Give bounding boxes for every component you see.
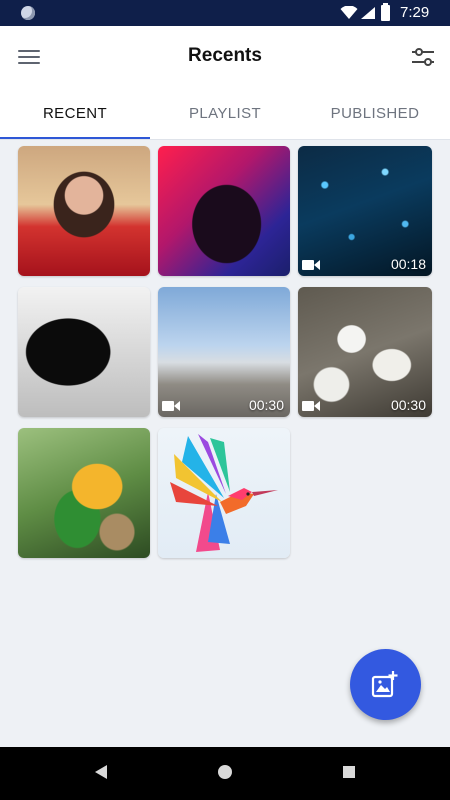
video-duration: 00:30: [248, 397, 284, 413]
system-navigation-bar: [0, 747, 450, 800]
notification-moon-icon: [21, 6, 35, 20]
tabs-divider: [0, 139, 450, 140]
media-thumbnail-silhouette[interactable]: [18, 287, 150, 417]
media-thumbnail-gannets-video[interactable]: 00:30: [298, 287, 432, 417]
media-thumbnail-neon-portrait[interactable]: [158, 146, 290, 276]
video-duration: 00:18: [390, 256, 426, 272]
recent-apps-icon[interactable]: [343, 766, 355, 778]
battery-icon: [381, 3, 390, 21]
tab-bar: RECENT PLAYLIST PUBLISHED: [0, 90, 450, 140]
wifi-icon: [340, 6, 358, 19]
add-photo-icon: [371, 671, 398, 698]
media-thumbnail-woman-portrait[interactable]: [18, 146, 150, 276]
video-duration: 00:30: [390, 397, 426, 413]
tab-recent[interactable]: RECENT: [0, 90, 150, 140]
app-bar: Recents: [0, 26, 450, 90]
media-thumbnail-beach-video[interactable]: 00:30: [158, 287, 290, 417]
back-icon[interactable]: [94, 765, 108, 779]
home-icon[interactable]: [218, 765, 232, 779]
status-bar: 7:29: [0, 0, 450, 26]
page-title: Recents: [188, 45, 262, 66]
media-grid: 00:18 00:30 00:30: [18, 146, 434, 558]
sliders-filter-icon[interactable]: [410, 45, 436, 69]
tab-published[interactable]: PUBLISHED: [300, 90, 450, 140]
hummingbird-illustration: [170, 434, 278, 552]
video-camera-icon: [302, 260, 320, 270]
status-time: 7:29: [400, 4, 430, 21]
video-camera-icon: [162, 401, 180, 411]
cell-signal-icon: [361, 7, 375, 19]
video-camera-icon: [302, 401, 320, 411]
media-thumbnail-parrot[interactable]: [18, 428, 150, 558]
media-thumbnail-hummingbird[interactable]: [158, 428, 290, 558]
add-photo-button[interactable]: [350, 649, 421, 720]
tab-playlist[interactable]: PLAYLIST: [150, 90, 300, 140]
media-thumbnail-particles-video[interactable]: 00:18: [298, 146, 432, 276]
